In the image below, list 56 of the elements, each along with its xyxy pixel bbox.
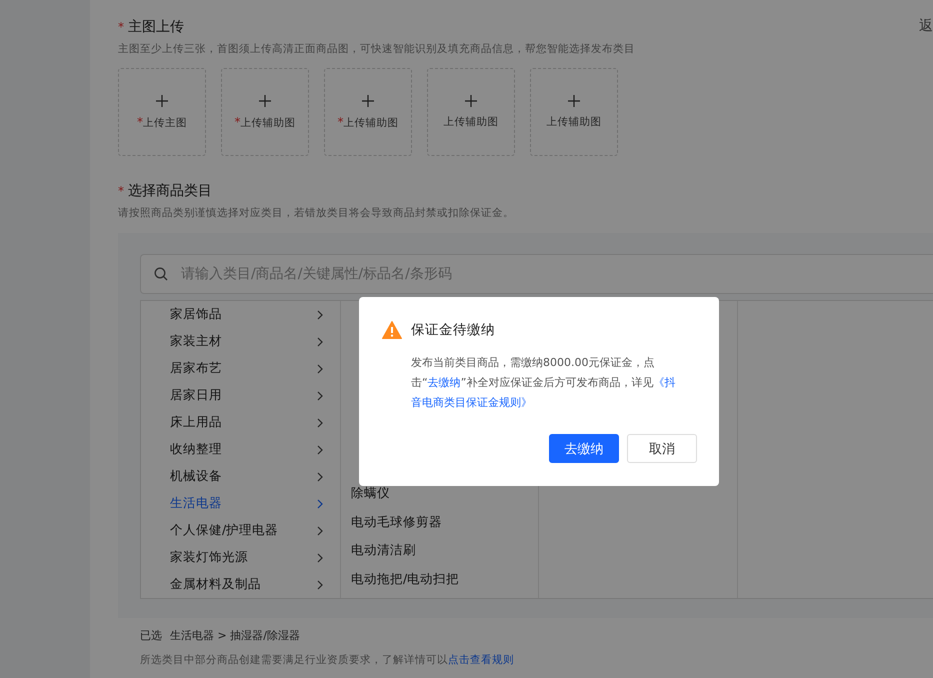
upload-slot[interactable]: *上传辅助图 (221, 68, 309, 156)
category-item[interactable]: 电动毛球修剪器 (341, 508, 538, 536)
plus-icon (156, 94, 168, 106)
chevron-icon (316, 364, 324, 374)
chevron-icon (316, 472, 324, 482)
chevron-icon (316, 552, 324, 562)
section-title: 选择商品类目 (128, 182, 212, 200)
category-item[interactable]: 生活电器 (141, 490, 340, 517)
rules-notice: 所选类目中部分商品创建需要满足行业资质要求，了解详情可以点击查看规则 (140, 653, 515, 667)
dialog-title: 保证金待缴纳 (411, 321, 495, 339)
warning-icon (382, 321, 402, 339)
plus-icon (465, 95, 477, 107)
plus-icon (259, 94, 271, 106)
chevron-icon (316, 526, 324, 536)
search-field[interactable]: 请输入类目/商品名/关键属性/标品名/条形码 (140, 254, 933, 294)
cancel-button[interactable]: 取消 (627, 434, 697, 463)
pay-button[interactable]: 去缴纳 (549, 434, 619, 463)
required-mark: * (118, 184, 124, 198)
pay-link[interactable]: 去缴纳 (428, 376, 461, 389)
category-item[interactable]: 居家日用 (141, 382, 340, 409)
plus-icon (362, 94, 374, 106)
rules-link[interactable]: 音电商类目保证金规则》 (411, 396, 532, 409)
chevron-icon (316, 498, 324, 508)
chevron-icon (316, 310, 324, 320)
rules-link[interactable]: 《抖 (653, 376, 676, 389)
category-item[interactable]: 家装主材 (141, 328, 340, 355)
required-mark: * (118, 20, 124, 34)
selected-path: 生活电器 > 抽湿器/除湿器 (170, 628, 300, 643)
category-item[interactable]: 家装灯饰光源 (141, 544, 340, 571)
section-hint: 请按照商品类别谨慎选择对应类目，若错放类目将会导致商品封禁或扣除保证金。 (118, 206, 515, 220)
upload-slot[interactable]: *上传主图 (118, 68, 206, 156)
back-link[interactable]: 返 (919, 17, 933, 35)
category-item[interactable]: 床上用品 (141, 409, 340, 436)
category-item[interactable]: 金属材料及制品 (141, 571, 340, 598)
category-item[interactable]: 家居饰品 (141, 301, 340, 328)
chevron-icon (316, 336, 324, 346)
search-icon (154, 267, 168, 281)
section-title: 主图上传 (128, 18, 184, 36)
upload-slot[interactable]: 上传辅助图 (427, 68, 515, 156)
category-item[interactable]: 电动清洁刷 (341, 536, 538, 566)
dialog-message: 发布当前类目商品，需缴纳8000.00元保证金，点击“去缴纳”补全对应保证金后方可发布商品，详见《抖 音电商类目保证金规则》 (411, 355, 676, 411)
upload-slot[interactable]: *上传辅助图 (324, 68, 412, 156)
category-item[interactable]: 收纳整理 (141, 436, 340, 463)
section-hint: 主图至少上传三张，首图须上传高清正面商品图，可快速智能识别及填充商品信息，帮您智能选择发布类目 (118, 42, 636, 56)
upload-slot[interactable]: 上传辅助图 (530, 68, 618, 156)
chevron-icon (316, 390, 324, 400)
category-item[interactable]: 个人保健/护理电器 (141, 517, 340, 544)
selected-label: 已选 (140, 628, 162, 643)
rules-link[interactable]: 点击查看规则 (448, 654, 514, 666)
plus-icon (568, 95, 580, 107)
category-item[interactable]: 居家布艺 (141, 355, 340, 382)
category-item[interactable]: 机械设备 (141, 463, 340, 490)
chevron-icon (316, 444, 324, 454)
category-item[interactable]: 电动拖把/电动扫把 (341, 565, 538, 594)
chevron-icon (316, 418, 324, 428)
chevron-icon (316, 580, 324, 590)
